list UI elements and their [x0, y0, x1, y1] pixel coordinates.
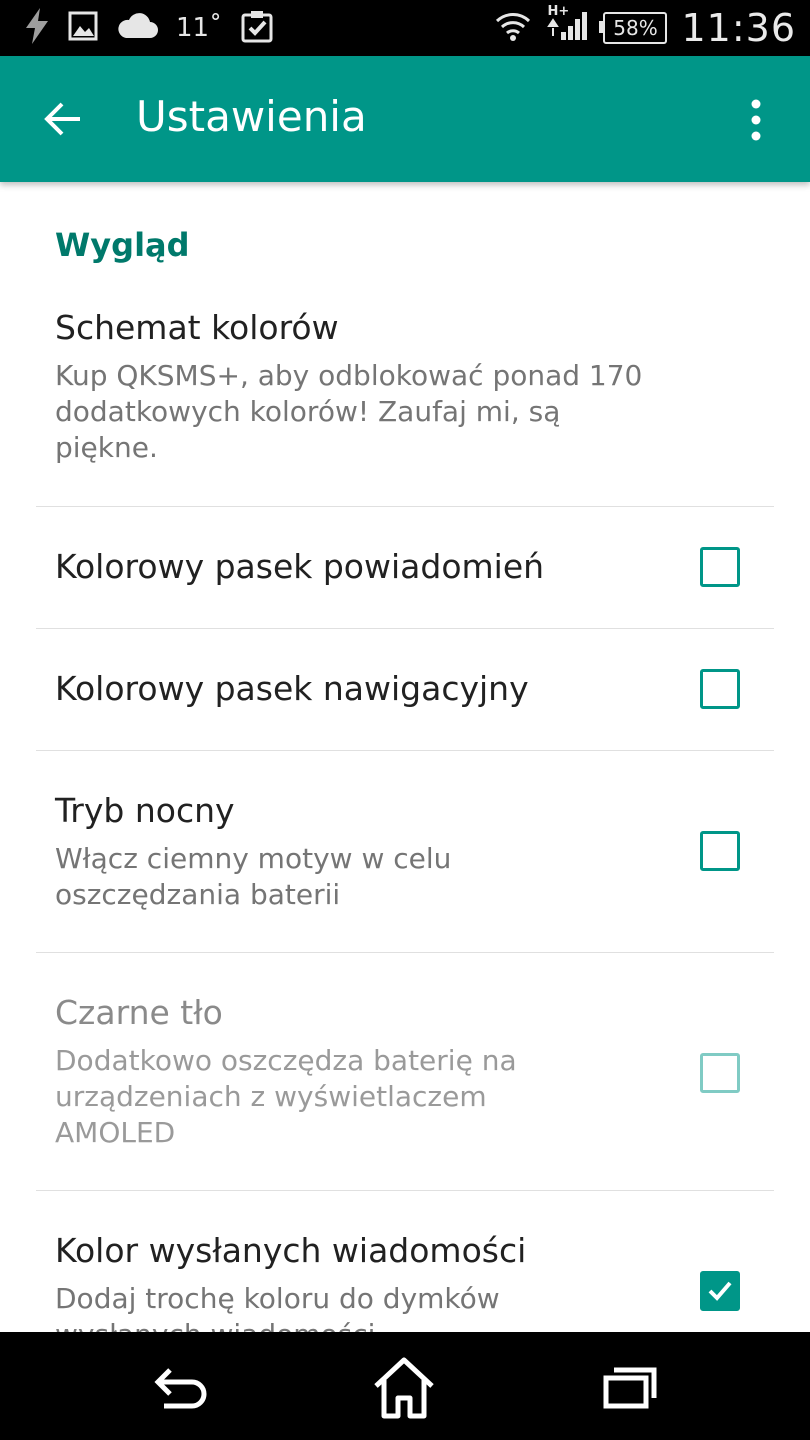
setting-color-scheme[interactable]: Schemat kolorów Kup QKSMS+, aby odblokow… — [0, 292, 810, 506]
signal-icon: H+ — [545, 4, 589, 46]
temperature: 11˚ — [176, 13, 223, 43]
colored-status-bar-checkbox[interactable] — [700, 547, 740, 587]
battery-level: 58% — [613, 16, 658, 40]
black-background-checkbox — [700, 1053, 740, 1093]
back-arrow-icon[interactable] — [40, 96, 86, 142]
wifi-icon — [495, 11, 531, 45]
more-options-icon[interactable] — [742, 98, 770, 142]
image-icon — [68, 11, 98, 45]
setting-title: Schemat kolorów — [55, 308, 339, 347]
battery-icon: 58% — [599, 12, 668, 44]
setting-subtitle: Włącz ciemny motyw w celu oszczędzania b… — [55, 842, 452, 911]
recent-apps-icon[interactable] — [598, 1356, 662, 1420]
sent-message-color-checkbox[interactable] — [700, 1271, 740, 1311]
setting-title: Czarne tło — [55, 993, 223, 1032]
setting-title: Kolorowy pasek powiadomień — [55, 547, 545, 586]
setting-colored-status-bar[interactable]: Kolorowy pasek powiadomień — [0, 507, 810, 628]
setting-title: Tryb nocny — [55, 791, 235, 830]
setting-subtitle: Kup QKSMS+, aby odblokować ponad 170 dod… — [55, 359, 643, 464]
page-title: Ustawienia — [136, 92, 367, 141]
clipboard-check-icon — [240, 9, 274, 47]
setting-subtitle: Dodaj trochę koloru do dymków wysłanych … — [55, 1282, 500, 1332]
setting-title: Kolor wysłanych wiadomości — [55, 1231, 527, 1270]
setting-sent-message-color[interactable]: Kolor wysłanych wiadomości Dodaj trochę … — [0, 1191, 810, 1332]
setting-night-mode[interactable]: Tryb nocny Włącz ciemny motyw w celu osz… — [0, 751, 810, 952]
system-nav-bar — [0, 1332, 810, 1440]
home-icon[interactable] — [372, 1356, 436, 1420]
back-icon[interactable] — [150, 1356, 214, 1420]
colored-nav-bar-checkbox[interactable] — [700, 669, 740, 709]
section-title: Wygląd — [55, 226, 190, 264]
setting-colored-nav-bar[interactable]: Kolorowy pasek nawigacyjny — [0, 629, 810, 750]
cloud-icon — [116, 12, 158, 44]
status-bar: 11˚ H+ 58% 11:36 — [0, 0, 810, 56]
status-right: H+ 58% 11:36 — [495, 4, 796, 50]
setting-black-background: Czarne tło Dodatkowo oszczędza baterię n… — [0, 953, 810, 1190]
setting-subtitle: Dodatkowo oszczędza baterię na urządzeni… — [55, 1044, 517, 1149]
check-icon — [708, 1281, 732, 1301]
setting-title: Kolorowy pasek nawigacyjny — [55, 669, 529, 708]
status-left: 11˚ — [24, 8, 274, 48]
clock: 11:36 — [681, 6, 796, 50]
settings-list: Wygląd Schemat kolorów Kup QKSMS+, aby o… — [0, 182, 810, 1332]
night-mode-checkbox[interactable] — [700, 831, 740, 871]
app-bar: Ustawienia — [0, 56, 810, 182]
flash-icon — [24, 8, 50, 48]
